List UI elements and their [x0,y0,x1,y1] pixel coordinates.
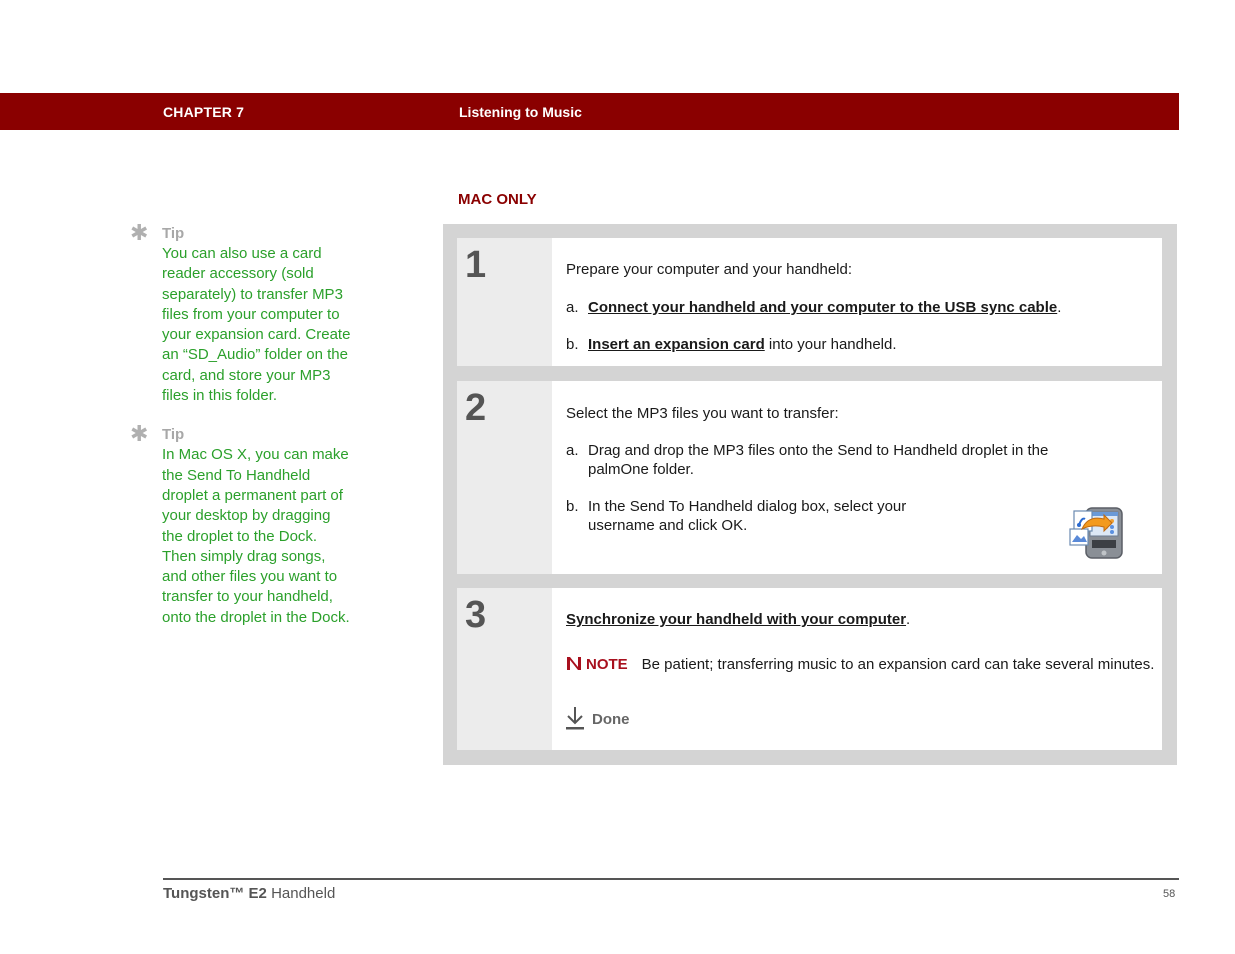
step-number-column: 3 [457,588,552,750]
note-label: NOTE [586,656,628,673]
list-text: username and click OK. [588,517,748,534]
insert-expansion-card-link[interactable]: Insert an expansion card [588,336,765,353]
chapter-title: Listening to Music [459,104,582,120]
tip-card-reader: ✱ Tip You can also use a card reader acc… [130,220,360,406]
list-text: palmOne folder. [588,461,694,478]
list-marker: b. [566,336,579,353]
tip-body: In Mac OS X, you can make the Send To Ha… [162,446,350,626]
step-1: 1 Prepare your computer and your handhel… [457,238,1162,366]
chapter-label: CHAPTER 7 [163,104,245,120]
footer-product-suffix: Handheld [266,885,336,902]
step-3: 3 Synchronize your handheld with your co… [457,588,1162,750]
done-marker: Done [566,706,630,730]
sidebar-tips: ✱ Tip You can also use a card reader acc… [130,220,360,647]
tip-label: Tip [162,225,185,242]
note-icon [567,657,581,670]
note-text: Be patient; transferring music to an exp… [641,656,1155,673]
send-to-handheld-droplet-icon [1069,507,1123,559]
list-marker: b. [566,498,579,515]
step-number: 2 [465,387,487,429]
footer-divider [163,878,1179,880]
synchronize-link[interactable]: Synchronize your handheld with your comp… [566,611,906,628]
tip-label: Tip [162,426,185,444]
step-2: 2 Select the MP3 files you want to trans… [457,381,1162,574]
steps-panel: 1 Prepare your computer and your handhel… [443,224,1177,765]
note: NOTE Be patient; transferring music to an… [566,655,1156,674]
list-text: . [1057,299,1062,316]
list-text: Drag and drop the MP3 files onto the Sen… [588,442,1049,459]
asterisk-icon: ✱ [130,421,149,447]
done-arrow-icon [566,707,584,730]
list-marker: a. [566,299,579,316]
done-label: Done [592,711,630,728]
list-marker: a. [566,442,579,459]
step-intro: Select the MP3 files you want to transfe… [566,405,839,422]
footer-product: Tungsten™ E2 Handheld [163,885,335,902]
connect-usb-cable-link[interactable]: Connect your handheld and your computer … [588,299,1057,316]
asterisk-icon: ✱ [130,220,149,245]
step-text: . [906,611,911,628]
tip-body: You can also use a card reader accessory… [162,245,351,405]
step-number: 3 [465,594,487,636]
step-number-column: 1 [457,238,552,366]
step-intro: Synchronize your handheld with your comp… [566,610,910,629]
step-number: 1 [465,244,487,286]
tip-mac-dock: ✱ Tip In Mac OS X, you can make the Send… [130,421,360,628]
step-intro: Prepare your computer and your handheld: [566,261,853,278]
footer-product-name: Tungsten™ E2 [163,885,267,902]
list-text: In the Send To Handheld dialog box, sele… [588,498,907,515]
step-number-column: 2 [457,381,552,574]
section-label: MAC ONLY [458,191,537,208]
list-text: into your handheld. [764,336,897,353]
page-number: 58 [1163,888,1176,900]
